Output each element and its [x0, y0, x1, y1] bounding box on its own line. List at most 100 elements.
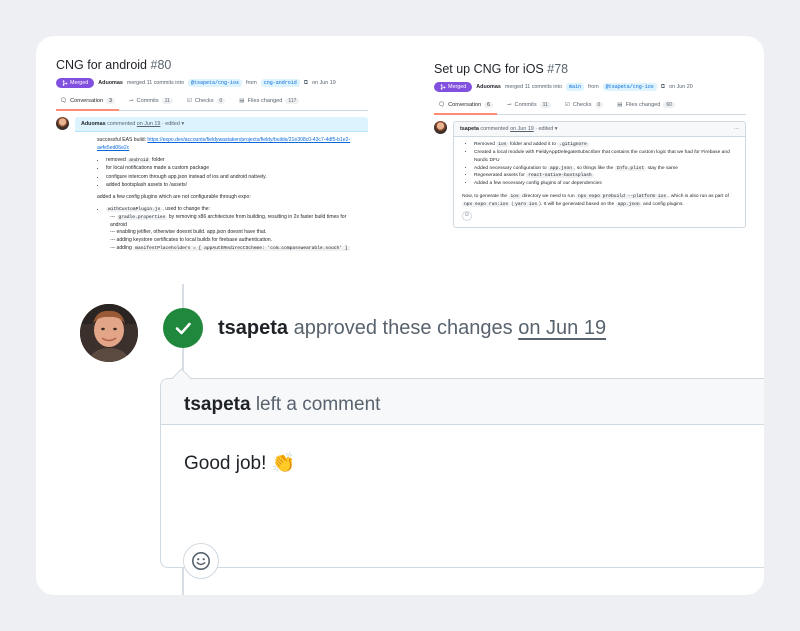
comment-author[interactable]: Aduomas	[81, 121, 106, 127]
list-item: for local notifications made a custom pa…	[106, 165, 360, 173]
base-branch[interactable]: main	[565, 83, 584, 91]
conversation-icon: 🗨	[438, 102, 446, 108]
avatar-photo	[80, 304, 138, 362]
merge-icon	[440, 84, 446, 90]
comment-edited[interactable]: · edited	[535, 126, 553, 132]
checks-icon: ☑	[186, 98, 192, 104]
tab-label: Commits	[136, 98, 159, 104]
tab-checks[interactable]: ☑ Checks 0	[186, 98, 226, 110]
head-branch[interactable]: cng-android	[260, 79, 300, 87]
avatar[interactable]	[56, 117, 69, 130]
tab-conversation[interactable]: 🗨 Conversation 3	[56, 98, 119, 111]
build-label: successful EAS build:	[97, 137, 146, 143]
from-word: from	[245, 80, 257, 86]
merged-label: Merged	[448, 84, 467, 90]
comment-box: Aduomas commented on Jun 19 · edited ▾ s…	[75, 117, 368, 261]
tab-commits[interactable]: ⊸ Commits 11	[129, 98, 173, 110]
review-comment-header: tsapeta left a comment	[161, 379, 764, 425]
approval-action: approved these changes	[293, 317, 513, 339]
chevron-down-icon[interactable]: ▾	[181, 121, 184, 127]
comment-date[interactable]: on Jun 19	[137, 121, 161, 127]
comment-author[interactable]: tsapeta	[184, 394, 251, 415]
merge-text: merged 11 commits into	[504, 84, 562, 90]
comment-author[interactable]: tsapeta	[460, 126, 479, 132]
tab-label: Checks	[194, 98, 214, 104]
tab-label: Checks	[572, 102, 592, 108]
tab-conversation[interactable]: 🗨 Conversation 6	[434, 102, 497, 115]
sub-line: --- enabling jetifier, otherwise doesnt …	[110, 229, 267, 236]
pr-author[interactable]: Aduomas	[98, 80, 123, 86]
copy-icon[interactable]: ⧉	[661, 84, 665, 91]
list-item: Removed ios folder and added it to .giti…	[474, 141, 737, 149]
merged-label: Merged	[70, 80, 89, 86]
comment-edited[interactable]: · edited	[162, 121, 180, 127]
pr-title-text: Set up CNG for iOS	[434, 62, 544, 76]
comment-action: left a comment	[255, 394, 381, 415]
conversation-icon: 🗨	[60, 98, 68, 104]
pr-android-panel: CNG for android #80 Merged Aduomas merge…	[56, 58, 368, 280]
pr-tabs: 🗨 Conversation 6 ⊸ Commits 11 ☑ Checks 0 ▤ File…	[434, 102, 746, 115]
tab-label: Commits	[514, 102, 537, 108]
avatar[interactable]	[80, 304, 138, 362]
tab-label: Files changed	[625, 102, 661, 108]
chevron-down-icon[interactable]: ▾	[555, 126, 558, 132]
generate-paragraph: Now, to generate the ios directory we ne…	[462, 194, 729, 207]
list-item: Added necessary configuration to app.jso…	[474, 165, 737, 173]
copy-icon[interactable]: ⧉	[304, 80, 308, 87]
change-list: Removed ios folder and added it to .giti…	[462, 141, 737, 188]
comment-date[interactable]: on Jun 19	[510, 126, 534, 132]
approved-badge	[163, 308, 203, 348]
config-intro: added a few config plugins which are not…	[97, 193, 251, 200]
merged-badge: Merged	[56, 78, 95, 88]
tab-count: 60	[663, 102, 675, 108]
change-list: removed android folder for local notific…	[97, 157, 360, 190]
comment-menu-button[interactable]: ···	[734, 126, 739, 132]
avatar[interactable]	[434, 121, 447, 134]
commits-icon: ⊸	[506, 102, 512, 108]
smiley-icon[interactable]: ☺	[462, 210, 472, 221]
tab-files-changed[interactable]: ▤ Files changed 117	[239, 98, 300, 110]
review-comment: tsapeta left a comment Good job! 👏	[160, 378, 764, 579]
tab-files-changed[interactable]: ▤ Files changed 60	[617, 102, 675, 114]
plugin-list: withCustomPlugin.js, used to change the:…	[97, 206, 360, 253]
pr-title-text: CNG for android	[56, 58, 148, 72]
pr-meta: Merged Aduomas merged 11 commits into @t…	[56, 78, 368, 88]
list-item: added bootsplash assets to /assets/	[106, 182, 360, 190]
comment-body: successful EAS build: https://expo.dev/a…	[75, 132, 368, 261]
base-branch[interactable]: @tsapeta/cng-ios	[187, 79, 242, 87]
comment-box: tsapeta commented on Jun 19 · edited ▾ ·…	[453, 121, 746, 228]
sub-line: --- adding manifestPlaceholders = [ appA…	[110, 245, 350, 252]
pr-author[interactable]: Aduomas	[476, 84, 501, 90]
merge-icon	[62, 80, 68, 86]
smiley-icon[interactable]	[183, 543, 219, 579]
check-icon	[175, 322, 191, 335]
files-icon: ▤	[239, 98, 245, 104]
comment-body: Removed ios folder and added it to .giti…	[454, 137, 745, 227]
showcase-card: CNG for android #80 Merged Aduomas merge…	[36, 36, 764, 595]
head-branch[interactable]: @tsapeta/cng-ios	[602, 83, 657, 91]
reviewer-name[interactable]: tsapeta	[218, 317, 288, 339]
from-word: from	[587, 84, 599, 90]
tab-count: 3	[106, 98, 115, 104]
tab-label: Conversation	[70, 98, 104, 104]
tab-checks[interactable]: ☑ Checks 0	[565, 102, 604, 114]
comment-thread: Aduomas commented on Jun 19 · edited ▾ s…	[56, 117, 368, 261]
pr-meta: Merged Aduomas merged 11 commits into ma…	[434, 82, 746, 92]
tab-commits[interactable]: ⊸ Commits 11	[507, 102, 551, 114]
comment-header: tsapeta commented on Jun 19 · edited ▾ ·…	[454, 122, 745, 137]
pr-number: #80	[150, 58, 172, 72]
list-item: Regenerated assets for react-native-boot…	[474, 172, 737, 180]
tab-count: 6	[484, 102, 493, 108]
tab-label: Files changed	[247, 98, 283, 104]
sub-line: --- gradle.properties by removing x86 ar…	[110, 213, 347, 228]
commits-icon: ⊸	[128, 98, 134, 104]
list-item: Created a local module with FieldyAppDel…	[474, 149, 737, 165]
approval-date[interactable]: on Jun 19	[518, 317, 606, 339]
pr-ios-panel: Set up CNG for iOS #78 Merged Aduomas me…	[434, 62, 746, 232]
tab-count: 11	[539, 102, 551, 108]
pr-tabs: 🗨 Conversation 3 ⊸ Commits 11 ☑ Checks 0 ▤ File…	[56, 98, 368, 111]
list-item: withCustomPlugin.js, used to change the:…	[106, 206, 360, 253]
merge-date: on Jun 20	[669, 84, 693, 90]
tab-count: 117	[285, 98, 300, 104]
merged-badge: Merged	[434, 82, 473, 92]
